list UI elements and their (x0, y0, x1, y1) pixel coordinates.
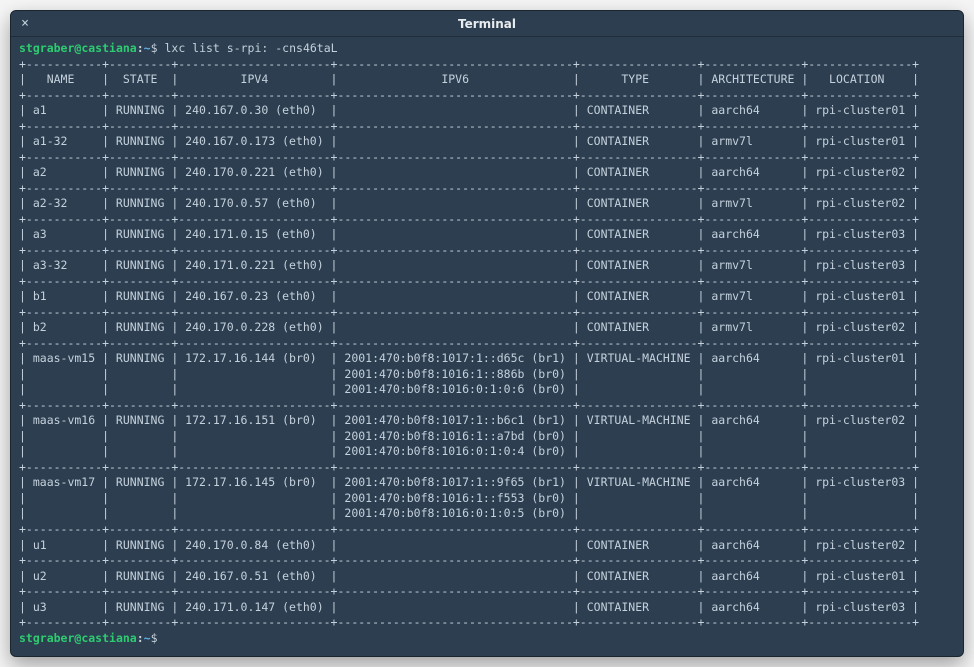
prompt-line-1: stgraber@castiana:~$ lxc list s-rpi: -cn… (19, 41, 955, 57)
prompt-symbol: $ (151, 631, 158, 645)
terminal-body[interactable]: stgraber@castiana:~$ lxc list s-rpi: -cn… (11, 37, 963, 656)
prompt-user: stgraber (19, 41, 74, 55)
cursor (158, 631, 165, 645)
prompt-colon: : (137, 41, 144, 55)
prompt-colon: : (137, 631, 144, 645)
close-icon: × (21, 16, 29, 31)
prompt-host: castiana (81, 631, 136, 645)
prompt-path: ~ (144, 41, 151, 55)
close-button[interactable]: × (11, 11, 39, 37)
prompt-line-2: stgraber@castiana:~$ (19, 631, 955, 647)
terminal-window: × Terminal stgraber@castiana:~$ lxc list… (10, 10, 964, 657)
prompt-symbol: $ (151, 41, 158, 55)
output-table: +-----------+---------+-----------------… (19, 57, 955, 631)
titlebar: × Terminal (11, 11, 963, 37)
prompt-host: castiana (81, 41, 136, 55)
window-title: Terminal (11, 17, 963, 31)
command-text: lxc list s-rpi: -cns46taL (158, 41, 338, 55)
prompt-path: ~ (144, 631, 151, 645)
prompt-user: stgraber (19, 631, 74, 645)
